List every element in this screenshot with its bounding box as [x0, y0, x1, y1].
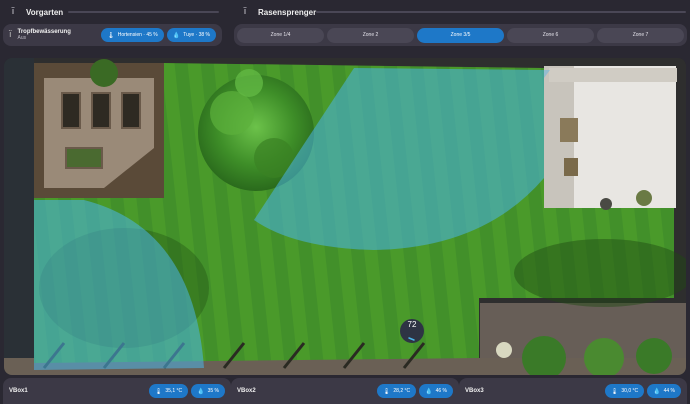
zone-button-2[interactable]: Zone 2 — [327, 27, 414, 43]
thermometer-icon: 🌡 — [610, 387, 619, 395]
sprinkler-badge-value: 72 — [407, 320, 417, 329]
vbox-name: VBox3 — [465, 388, 484, 394]
humidity-chip[interactable]: 💧 46 % — [419, 384, 453, 398]
tropf-state: Aus — [17, 34, 27, 41]
humidity-chip[interactable]: 💧 44 % — [647, 384, 681, 398]
chip-hortensien[interactable]: 🌡 Hortensien · 45 % — [101, 28, 164, 42]
vbox-name: VBox2 — [237, 388, 256, 394]
temperature-chip[interactable]: 🌡 35,1 °C — [148, 384, 189, 398]
temperature-chip[interactable]: 🌡 30,0 °C — [604, 384, 645, 398]
zone-button-6[interactable]: Zone 6 — [507, 27, 594, 43]
drop-icon: 💧 — [197, 387, 205, 395]
vbox-card-3[interactable]: VBox3 🌡 30,0 °C 💧 44 % — [459, 378, 687, 404]
drop-icon: 💧 — [172, 31, 181, 39]
tropf-card[interactable]: ï Tropfbewässerung Aus 🌡 Hortensien · 45… — [3, 24, 222, 46]
garden-aerial-image — [4, 58, 686, 375]
vbox-name: VBox1 — [9, 388, 28, 394]
zone-button-1-4[interactable]: Zone 1/4 — [237, 27, 324, 43]
section-header-vorgarten: ï Vorgarten — [8, 4, 63, 20]
zone-button-7[interactable]: Zone 7 — [597, 27, 684, 43]
thermometer-icon: 🌡 — [107, 31, 115, 39]
tap-icon: ï — [11, 7, 15, 17]
section-header-rasensprenger: ï Rasensprenger — [240, 4, 317, 20]
drop-icon: 💧 — [425, 387, 433, 395]
drop-icon: 💧 — [653, 387, 661, 395]
section-divider — [68, 11, 219, 13]
section-divider — [316, 11, 686, 13]
section-title-vorgarten: Vorgarten — [26, 7, 64, 17]
tap-icon: ï — [9, 30, 12, 40]
zone-selector: Zone 1/4 Zone 2 Zone 3/5 Zone 6 Zone 7 — [234, 24, 687, 46]
thermometer-icon: 🌡 — [382, 387, 391, 395]
vbox-card-1[interactable]: VBox1 🌡 35,1 °C 💧 35 % — [3, 378, 231, 404]
zone-button-3-5[interactable]: Zone 3/5 — [417, 27, 504, 43]
section-title-rasensprenger: Rasensprenger — [258, 7, 317, 17]
thermometer-icon: 🌡 — [154, 387, 163, 395]
vbox-card-2[interactable]: VBox2 🌡 28,2 °C 💧 46 % — [231, 378, 459, 404]
humidity-chip[interactable]: 💧 35 % — [191, 384, 225, 398]
chip-tuye[interactable]: 💧 Tuye · 38 % — [166, 28, 216, 42]
garden-map: 72 — [4, 58, 686, 375]
tap-icon: ï — [243, 7, 247, 17]
temperature-chip[interactable]: 🌡 28,2 °C — [376, 384, 417, 398]
